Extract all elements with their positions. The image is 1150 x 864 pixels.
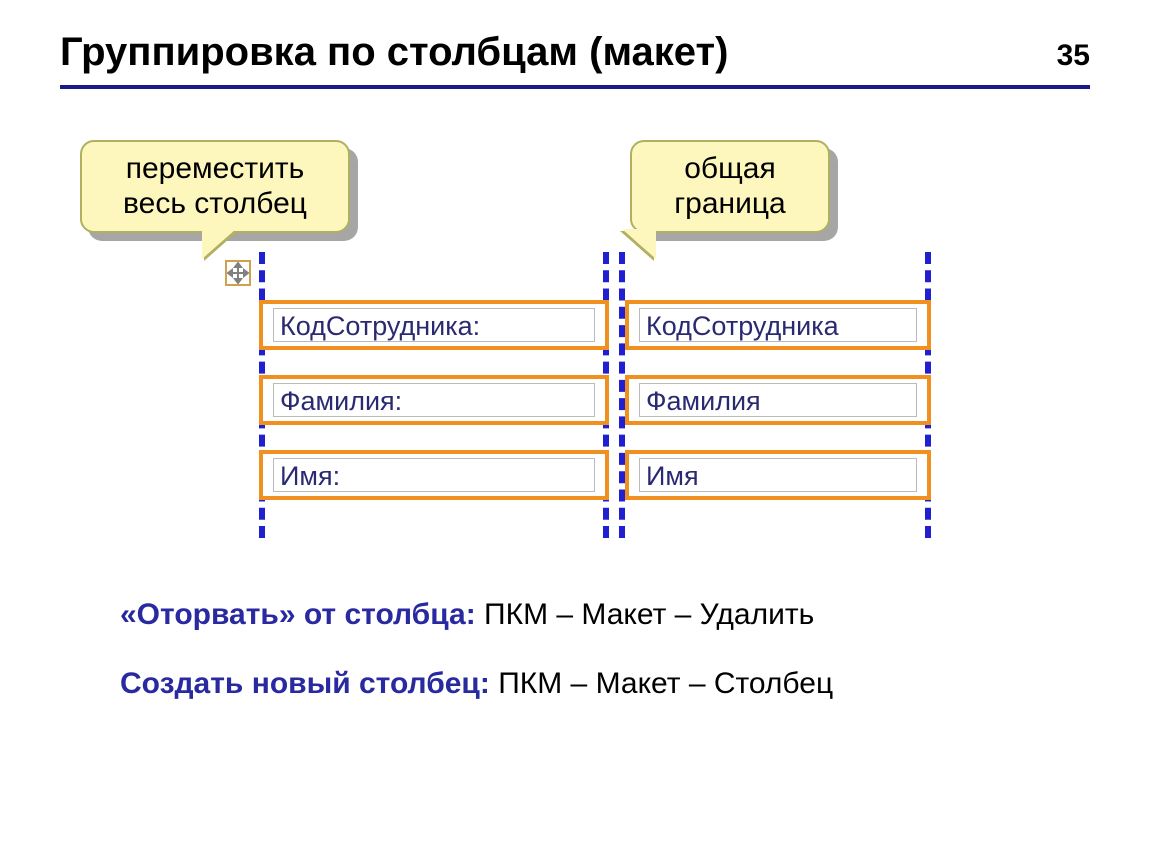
field-label: Фамилия:: [273, 383, 595, 417]
grid-row: Имя: Имя: [259, 450, 935, 500]
field-label-cell: Имя:: [259, 450, 609, 500]
field-value-cell: Имя: [625, 450, 931, 500]
title-underline: [60, 85, 1090, 89]
field-label-cell: Фамилия:: [259, 375, 609, 425]
note-detach-value: ПКМ – Макет – Удалить: [476, 598, 815, 631]
slide-title: Группировка по столбцам (макет): [60, 30, 728, 75]
grid-row: КодСотрудника: КодСотрудника: [259, 300, 935, 350]
grid-row: Фамилия: Фамилия: [259, 375, 935, 425]
move-handle-icon: [225, 260, 251, 286]
callout-move-column: переместить весь столбец: [80, 140, 350, 233]
field-value: КодСотрудника: [639, 308, 917, 342]
note-newcol-value: ПКМ – Макет – Столбец: [490, 667, 833, 700]
callout-tail-icon: [622, 229, 656, 259]
layout-diagram: КодСотрудника: КодСотрудника Фамилия: Фа…: [215, 260, 935, 530]
note-detach: «Оторвать» от столбца: ПКМ – Макет – Уда…: [120, 595, 833, 634]
callout-common-border: общая граница: [630, 140, 830, 233]
field-value: Фамилия: [639, 383, 917, 417]
field-value: Имя: [639, 458, 917, 492]
field-value-cell: КодСотрудника: [625, 300, 931, 350]
callout-common-border-text: общая граница: [674, 152, 786, 220]
note-detach-label: «Оторвать» от столбца:: [120, 598, 476, 631]
field-label: КодСотрудника:: [273, 308, 595, 342]
field-value-cell: Фамилия: [625, 375, 931, 425]
callout-move-column-text: переместить весь столбец: [123, 152, 307, 220]
title-row: Группировка по столбцам (макет) 35: [60, 30, 1090, 75]
page-number: 35: [1057, 39, 1090, 73]
slide: Группировка по столбцам (макет) 35 перем…: [0, 0, 1150, 864]
note-newcol-label: Создать новый столбец:: [120, 667, 490, 700]
note-newcol: Создать новый столбец: ПКМ – Макет – Сто…: [120, 664, 833, 703]
callout-tail-icon: [202, 229, 236, 259]
notes: «Оторвать» от столбца: ПКМ – Макет – Уда…: [120, 595, 833, 733]
field-label: Имя:: [273, 458, 595, 492]
field-label-cell: КодСотрудника:: [259, 300, 609, 350]
